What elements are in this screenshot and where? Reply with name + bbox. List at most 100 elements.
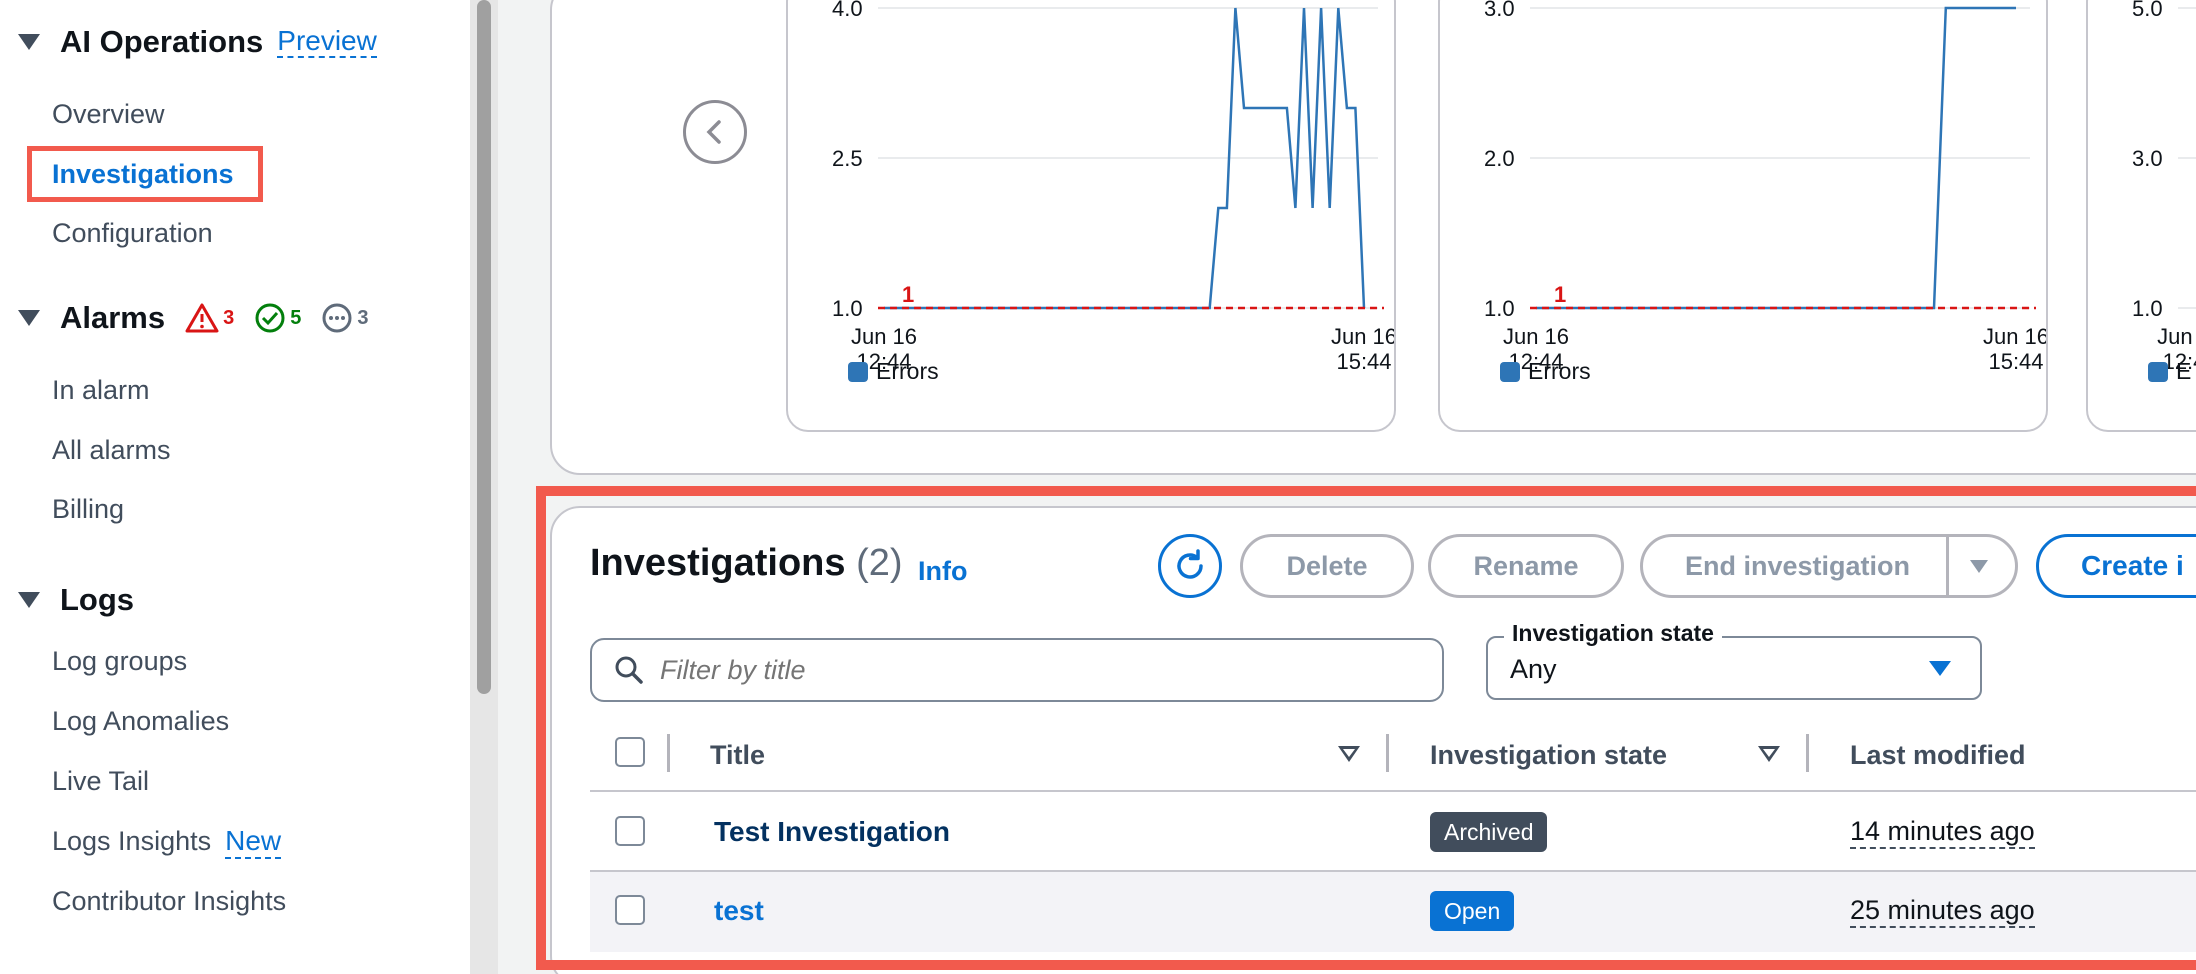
- caret-down-icon[interactable]: [18, 310, 40, 326]
- column-header-state[interactable]: Investigation state: [1430, 740, 1667, 771]
- section-logs[interactable]: Logs: [18, 582, 134, 618]
- investigation-title-link[interactable]: Test Investigation: [714, 816, 950, 848]
- column-header-title[interactable]: Title: [710, 740, 765, 771]
- nav-investigations[interactable]: Investigations: [52, 159, 234, 190]
- chart-legend: Errors: [848, 358, 939, 385]
- alarm-chart-card[interactable]: 4.0 2.5 1.0 Jun 16 12:44 Jun 16 15:44 1 Errors: [786, 0, 1396, 432]
- more-circle-icon: [322, 303, 352, 333]
- chart-legend: E: [2148, 358, 2191, 385]
- row-checkbox[interactable]: [615, 816, 645, 846]
- nav-billing[interactable]: Billing: [52, 494, 124, 525]
- info-link[interactable]: Info: [918, 556, 967, 587]
- section-ai-operations[interactable]: AI Operations Preview: [18, 24, 377, 60]
- caret-down-icon[interactable]: [1929, 661, 1951, 676]
- status-badge-archived: Archived: [1430, 812, 1548, 852]
- y-tick-label: 4.0: [832, 0, 863, 21]
- investigation-title-link[interactable]: test: [714, 895, 764, 927]
- nav-overview[interactable]: Overview: [52, 99, 165, 130]
- x-tick-label: 15:44: [1336, 349, 1391, 374]
- table-divider: [590, 790, 2196, 792]
- threshold-label: 1: [902, 282, 914, 307]
- x-tick-label: Jun 16: [1503, 324, 1569, 349]
- column-separator[interactable]: [1806, 734, 1809, 772]
- y-tick-label: 1.0: [832, 296, 863, 321]
- legend-swatch: [2148, 361, 2168, 382]
- status-badge-open: Open: [1430, 891, 1515, 931]
- nav-logs-insights[interactable]: Logs Insights New: [52, 825, 282, 859]
- select-all-checkbox[interactable]: [615, 737, 645, 767]
- y-tick-label: 2.5: [832, 146, 863, 171]
- y-tick-label: 5.0: [2132, 0, 2163, 21]
- chevron-left-icon: [706, 120, 721, 144]
- nav-live-tail[interactable]: Live Tail: [52, 766, 149, 797]
- in-alarm-count: 3: [223, 306, 235, 329]
- scrollbar-thumb[interactable]: [477, 0, 491, 694]
- legend-swatch: [848, 361, 868, 382]
- row-checkbox[interactable]: [615, 895, 645, 925]
- column-separator[interactable]: [1386, 734, 1389, 772]
- new-badge[interactable]: New: [225, 825, 282, 859]
- x-tick-label: Jun 16: [851, 324, 917, 349]
- in-alarm-badge[interactable]: 3: [185, 302, 234, 334]
- last-modified: 14 minutes ago: [1850, 816, 2035, 849]
- y-tick-label: 1.0: [1484, 296, 1515, 321]
- threshold-label: 1: [1554, 282, 1566, 307]
- warning-icon: [185, 303, 219, 333]
- investigations-heading: Investigations (2): [590, 542, 903, 585]
- side-navigation: AI Operations Preview Overview Investiga…: [0, 0, 468, 974]
- end-investigation-dropdown[interactable]: [1970, 560, 1988, 573]
- create-investigation-button[interactable]: Create i: [2036, 534, 2196, 598]
- caret-down-icon[interactable]: [18, 592, 40, 608]
- check-circle-icon: [255, 303, 285, 333]
- y-tick-label: 3.0: [1484, 0, 1515, 21]
- caret-down-icon: [1970, 560, 1988, 573]
- nav-all-alarms[interactable]: All alarms: [52, 435, 171, 466]
- alarm-chart-card[interactable]: 3.0 2.0 1.0 Jun 16 12:44 Jun 16 15:44 1 Errors: [1438, 0, 2048, 432]
- column-header-last-modified[interactable]: Last modified: [1850, 740, 2026, 771]
- nav-in-alarm[interactable]: In alarm: [52, 375, 150, 406]
- refresh-button[interactable]: [1158, 534, 1222, 598]
- state-filter-value: Any: [1510, 654, 1557, 684]
- ok-badge[interactable]: 5: [254, 302, 301, 334]
- filter-search[interactable]: [590, 638, 1444, 702]
- preview-link[interactable]: Preview: [277, 25, 377, 59]
- alarm-chart-card[interactable]: 5.03.01.0Jun 112:4 E: [2086, 0, 2196, 432]
- insufficient-data-badge[interactable]: 3: [321, 302, 368, 334]
- column-separator: [667, 734, 670, 772]
- carousel-prev-button[interactable]: [683, 100, 747, 164]
- end-investigation-button[interactable]: End investigation: [1640, 534, 2018, 598]
- rename-button[interactable]: Rename: [1428, 534, 1624, 598]
- refresh-icon: [1177, 549, 1203, 579]
- nav-log-anomalies[interactable]: Log Anomalies: [52, 706, 229, 737]
- insufficient-count: 3: [357, 306, 369, 329]
- search-icon: [615, 656, 643, 684]
- heading-count: (2): [856, 542, 903, 584]
- chart-legend: Errors: [1500, 358, 1591, 385]
- sort-icon[interactable]: [1338, 746, 1360, 762]
- section-title: AI Operations: [60, 24, 264, 59]
- state-filter-label: Investigation state: [1504, 620, 1722, 647]
- x-tick-label: Jun 16: [1331, 324, 1396, 349]
- ok-count: 5: [290, 306, 302, 329]
- nav-log-groups[interactable]: Log groups: [52, 646, 187, 677]
- y-tick-label: 1.0: [2132, 296, 2163, 321]
- nav-label: Logs Insights: [52, 826, 212, 856]
- heading-text: Investigations: [590, 542, 846, 584]
- legend-label: Errors: [876, 358, 939, 384]
- y-tick-label: 3.0: [2132, 146, 2163, 171]
- section-title: Alarms: [60, 300, 166, 335]
- section-title: Logs: [60, 582, 135, 617]
- caret-down-icon[interactable]: [18, 34, 40, 50]
- nav-configuration[interactable]: Configuration: [52, 218, 213, 249]
- sort-icon[interactable]: [1758, 746, 1780, 762]
- nav-contributor-insights[interactable]: Contributor Insights: [52, 886, 286, 917]
- x-tick-label: 15:44: [1988, 349, 2043, 374]
- legend-label: E: [2176, 358, 2192, 384]
- last-modified: 25 minutes ago: [1850, 895, 2035, 928]
- legend-swatch: [1500, 361, 1520, 382]
- y-tick-label: 2.0: [1484, 146, 1515, 171]
- filter-title-input[interactable]: [660, 654, 1420, 686]
- section-alarms[interactable]: Alarms 3 5 3: [18, 300, 368, 336]
- x-tick-label: Jun 1: [2157, 324, 2196, 349]
- delete-button[interactable]: Delete: [1240, 534, 1414, 598]
